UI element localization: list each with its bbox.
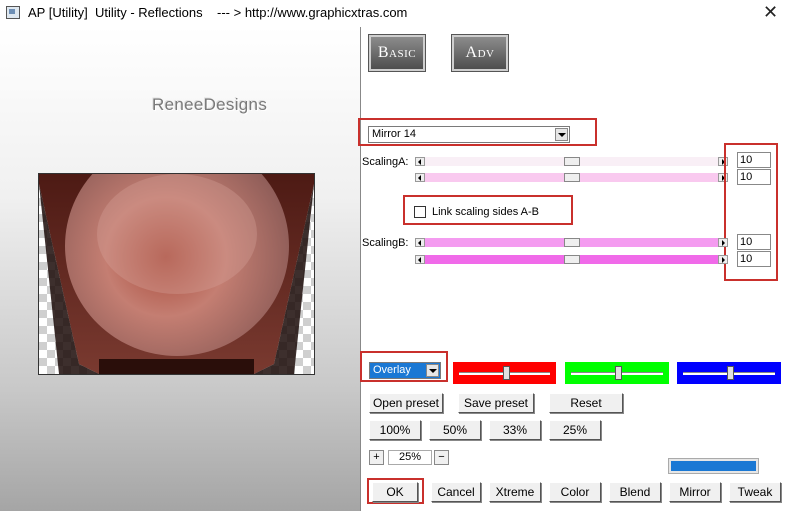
xtreme-button[interactable]: Xtreme: [489, 482, 541, 502]
scaling-a-value-1[interactable]: 10: [737, 152, 771, 168]
color-button[interactable]: Color: [549, 482, 601, 502]
arrow-right-icon[interactable]: [718, 238, 728, 247]
zoom-out-button[interactable]: −: [434, 450, 449, 465]
slider-thumb[interactable]: [615, 366, 623, 380]
arrow-left-icon[interactable]: [415, 157, 425, 166]
scaling-b-slider-1[interactable]: [415, 238, 728, 247]
slider-thumb[interactable]: [727, 366, 735, 380]
zoom-25-button[interactable]: 25%: [549, 420, 601, 440]
slider-thumb[interactable]: [502, 366, 510, 380]
zoom-level-field[interactable]: 25%: [388, 450, 432, 465]
save-preset-button[interactable]: Save preset: [458, 393, 534, 413]
arrow-right-icon[interactable]: [718, 255, 728, 264]
blend-mode-value: Overlay: [373, 364, 411, 376]
mirror-button[interactable]: Mirror: [669, 482, 721, 502]
title-bar: AP [Utility] Utility - Reflections --- >…: [0, 0, 789, 26]
zoom-50-button[interactable]: 50%: [429, 420, 481, 440]
scaling-a-slider-2[interactable]: [415, 173, 728, 182]
blend-mode-select[interactable]: Overlay: [369, 362, 441, 379]
watermark-text: ReneeDesigns: [152, 95, 268, 114]
close-button[interactable]: ✕: [752, 0, 789, 26]
zoom-in-button[interactable]: +: [369, 450, 384, 465]
scaling-b-slider-2[interactable]: [415, 255, 728, 264]
arrow-left-icon[interactable]: [415, 238, 425, 247]
slider-thumb[interactable]: [563, 255, 580, 264]
link-scaling-checkbox[interactable]: [414, 206, 426, 218]
preview-image: [38, 173, 315, 375]
link-scaling-label: Link scaling sides A-B: [432, 206, 539, 218]
ok-button[interactable]: OK: [372, 482, 418, 502]
red-channel-slider[interactable]: [453, 362, 556, 384]
blue-channel-slider[interactable]: [677, 362, 781, 384]
app-icon: [6, 6, 20, 19]
effect-select-value: Mirror 14: [372, 128, 417, 140]
scaling-a-label: ScalingA:: [362, 156, 409, 168]
window-title: AP [Utility] Utility - Reflections --- >…: [28, 5, 408, 20]
scaling-a-slider-1[interactable]: [415, 157, 728, 166]
scaling-a-value-2[interactable]: 10: [737, 169, 771, 185]
zoom-100-button[interactable]: 100%: [369, 420, 421, 440]
arrow-left-icon[interactable]: [415, 255, 425, 264]
color-swatch[interactable]: [668, 458, 759, 474]
effect-select[interactable]: Mirror 14: [368, 126, 570, 143]
blend-button[interactable]: Blend: [609, 482, 661, 502]
green-channel-slider[interactable]: [565, 362, 669, 384]
zoom-33-button[interactable]: 33%: [489, 420, 541, 440]
tweak-button[interactable]: Tweak: [729, 482, 781, 502]
slider-thumb[interactable]: [563, 157, 580, 166]
open-preset-button[interactable]: Open preset: [369, 393, 443, 413]
scaling-b-value-1[interactable]: 10: [737, 234, 771, 250]
chevron-down-icon[interactable]: [555, 128, 568, 141]
cancel-button[interactable]: Cancel: [431, 482, 481, 502]
slider-thumb[interactable]: [563, 238, 580, 247]
preview-artwork: [39, 174, 314, 374]
reset-button[interactable]: Reset: [549, 393, 623, 413]
basic-tab-button[interactable]: Basic: [368, 34, 426, 72]
chevron-down-icon[interactable]: [426, 364, 439, 377]
scaling-b-label: ScalingB:: [362, 237, 409, 249]
scaling-b-value-2[interactable]: 10: [737, 251, 771, 267]
slider-thumb[interactable]: [563, 173, 580, 182]
arrow-left-icon[interactable]: [415, 173, 425, 182]
adv-tab-button[interactable]: Adv: [451, 34, 509, 72]
